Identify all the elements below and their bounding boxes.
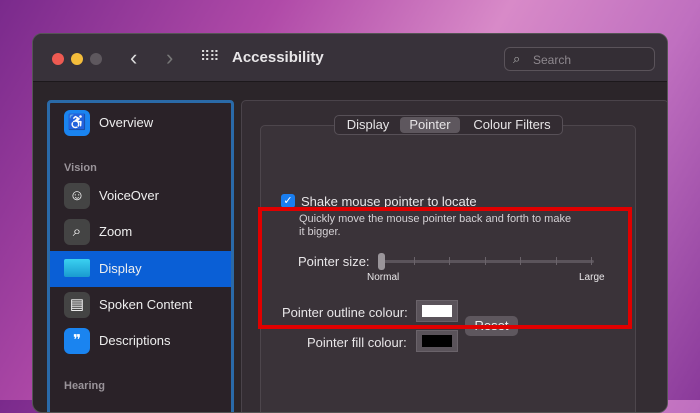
sidebar-item-overview[interactable]: ♿ Overview	[50, 105, 231, 141]
title-bar: ‹ › ⠿⠿ Accessibility ⌕ Search	[33, 34, 667, 82]
fill-colour-well[interactable]	[416, 330, 458, 352]
fill-colour-label: Pointer fill colour:	[307, 335, 407, 350]
spoken-content-icon: ▤	[64, 292, 90, 318]
zoom-button[interactable]	[90, 53, 102, 65]
sidebar-item-label: Zoom	[99, 224, 133, 239]
sidebar-item-display[interactable]: Display	[50, 251, 231, 287]
sidebar-item-label: Display	[99, 261, 142, 276]
forward-icon[interactable]: ›	[166, 45, 173, 71]
sidebar: ♿ Overview Vision ☺ VoiceOver ⌕ Zoom Dis…	[47, 100, 234, 412]
sidebar-item-zoom[interactable]: ⌕ Zoom	[50, 214, 231, 250]
shake-checkbox[interactable]: ✓	[281, 194, 295, 208]
search-placeholder: Search	[533, 53, 572, 67]
close-button[interactable]	[52, 53, 64, 65]
voiceover-icon: ☺	[64, 183, 90, 209]
sidebar-item-label: Overview	[99, 115, 154, 130]
back-icon[interactable]: ‹	[130, 45, 137, 71]
tab-pointer[interactable]: Pointer	[400, 117, 460, 133]
sidebar-item-descriptions[interactable]: ❞ Descriptions	[50, 323, 231, 359]
descriptions-icon: ❞	[64, 328, 90, 354]
grid-icon[interactable]: ⠿⠿	[200, 48, 219, 65]
tab-bar: Display Pointer Colour Filters	[334, 115, 563, 135]
search-icon: ⌕	[513, 51, 521, 66]
zoom-icon: ⌕	[64, 219, 90, 245]
tab-display[interactable]: Display	[339, 117, 397, 133]
search-input[interactable]: ⌕ Search	[504, 47, 655, 71]
sidebar-item-label: Spoken Content	[99, 297, 193, 312]
sidebar-item-label: VoiceOver	[99, 188, 159, 203]
section-hearing: Hearing	[64, 380, 105, 392]
accessibility-icon: ♿	[64, 110, 90, 136]
window-title: Accessibility	[232, 49, 324, 66]
sidebar-item-label: Descriptions	[99, 333, 171, 348]
section-vision: Vision	[64, 162, 97, 174]
minimize-button[interactable]	[71, 53, 83, 65]
highlight-box	[258, 207, 632, 329]
tab-colour-filters[interactable]: Colour Filters	[463, 117, 561, 133]
display-icon	[64, 259, 90, 277]
sidebar-item-spoken-content[interactable]: ▤ Spoken Content	[50, 287, 231, 323]
sidebar-item-voiceover[interactable]: ☺ VoiceOver	[50, 178, 231, 214]
